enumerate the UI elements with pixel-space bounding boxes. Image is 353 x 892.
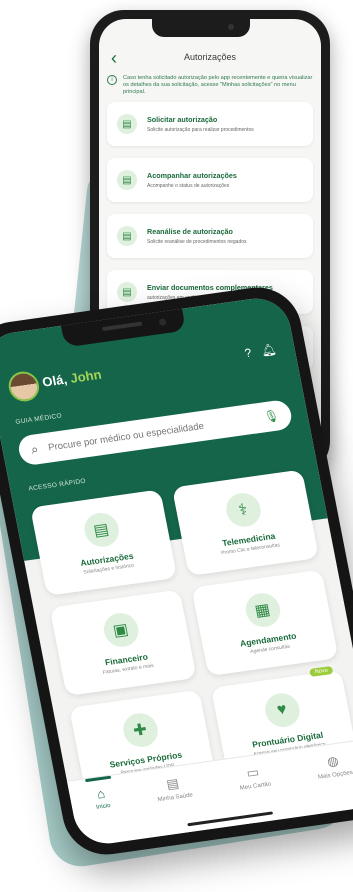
search-icon: ⌕ [29,441,40,457]
tile-financial[interactable]: ▣ Financeiro Faturas, extrato e mais [49,589,197,697]
header-actions: ? 🔔︎ [243,342,277,360]
guide-label: GUIA MÉDICO [14,412,63,426]
document-add-icon: ▤ [117,114,137,134]
card-title: Acompanhar autorizações [147,171,237,180]
search-bar[interactable]: ⌕ 🎙︎ [16,398,294,467]
document-upload-icon: ▤ [117,282,137,302]
info-icon: i [107,75,117,85]
card-title: Solicitar autorização [147,115,218,124]
tab-home[interactable]: ⌂ Início [92,785,112,811]
tab-more[interactable]: ◍ Mais Opções [314,751,353,781]
card-subtitle: Solicite autorização para realizar proce… [147,127,254,133]
tile-telemedicine[interactable]: ⚕ Telemedicina Pronto Clic e teleconsult… [171,469,319,577]
home-icon: ⌂ [95,785,107,802]
tab-label: Minha Saúde [157,792,194,804]
calendar-icon: ▦ [242,591,283,630]
tab-label: Início [95,802,112,811]
stethoscope-icon: ⚕ [222,490,264,530]
phone-notch [152,19,250,37]
info-banner: i Caso tenha solicitado autorização pelo… [107,75,313,96]
screen-title: Autorizações [183,52,237,62]
new-badge: Novo [309,665,334,677]
user-name: John [68,366,103,386]
info-text: Caso tenha solicitado autorização pelo a… [123,75,313,95]
tab-label: Mais Opções [317,769,353,781]
track-authorizations-card[interactable]: ▤ Acompanhar autorizações Acompanhe o st… [107,158,313,202]
wallet-icon: ▣ [100,610,141,650]
card-title: Reanálise de autorização [147,227,233,236]
quick-access-label: ACESSO RÁPIDO [27,477,87,493]
document-list-icon: ▤ [117,170,137,190]
card-icon: ▭ [245,764,261,781]
document-refresh-icon: ▤ [117,226,137,246]
document-check-icon: ▤ [81,510,122,549]
notification-bell-icon[interactable]: 🔔︎ [260,342,278,358]
help-icon[interactable]: ? [243,346,252,361]
tab-my-card[interactable]: ▭ Meu Cartão [236,763,272,792]
first-aid-icon: ✚ [120,711,161,750]
microphone-icon[interactable]: 🎙︎ [263,408,281,424]
home-screen: Olá, John ? 🔔︎ GUIA MÉDICO ⌕ 🎙︎ ACESSO R… [0,294,353,848]
health-file-icon: ▤ [165,775,181,792]
search-input[interactable] [45,410,266,455]
tile-authorizations[interactable]: ▤ Autorizações Solicitações e histórico [30,489,178,596]
avatar[interactable] [6,369,42,404]
greeting: Olá, John [41,367,103,390]
clipboard-heart-icon: ♥ [261,691,303,730]
tab-label: Meu Cartão [239,781,272,792]
reanalysis-card[interactable]: ▤ Reanálise de autorização Solicite rean… [107,214,313,258]
greeting-text: Olá, [41,371,69,390]
more-icon: ◍ [325,752,340,770]
request-authorization-card[interactable]: ▤ Solicitar autorização Solicite autoriz… [107,102,313,146]
tab-my-health[interactable]: ▤ Minha Saúde [154,774,194,804]
tile-scheduling[interactable]: ▦ Agendamento Agende consultas [191,569,339,677]
card-subtitle: Solicite reanálise de procedimentos nega… [147,239,247,245]
card-subtitle: Acompanhe o status de autorizações [147,183,230,189]
